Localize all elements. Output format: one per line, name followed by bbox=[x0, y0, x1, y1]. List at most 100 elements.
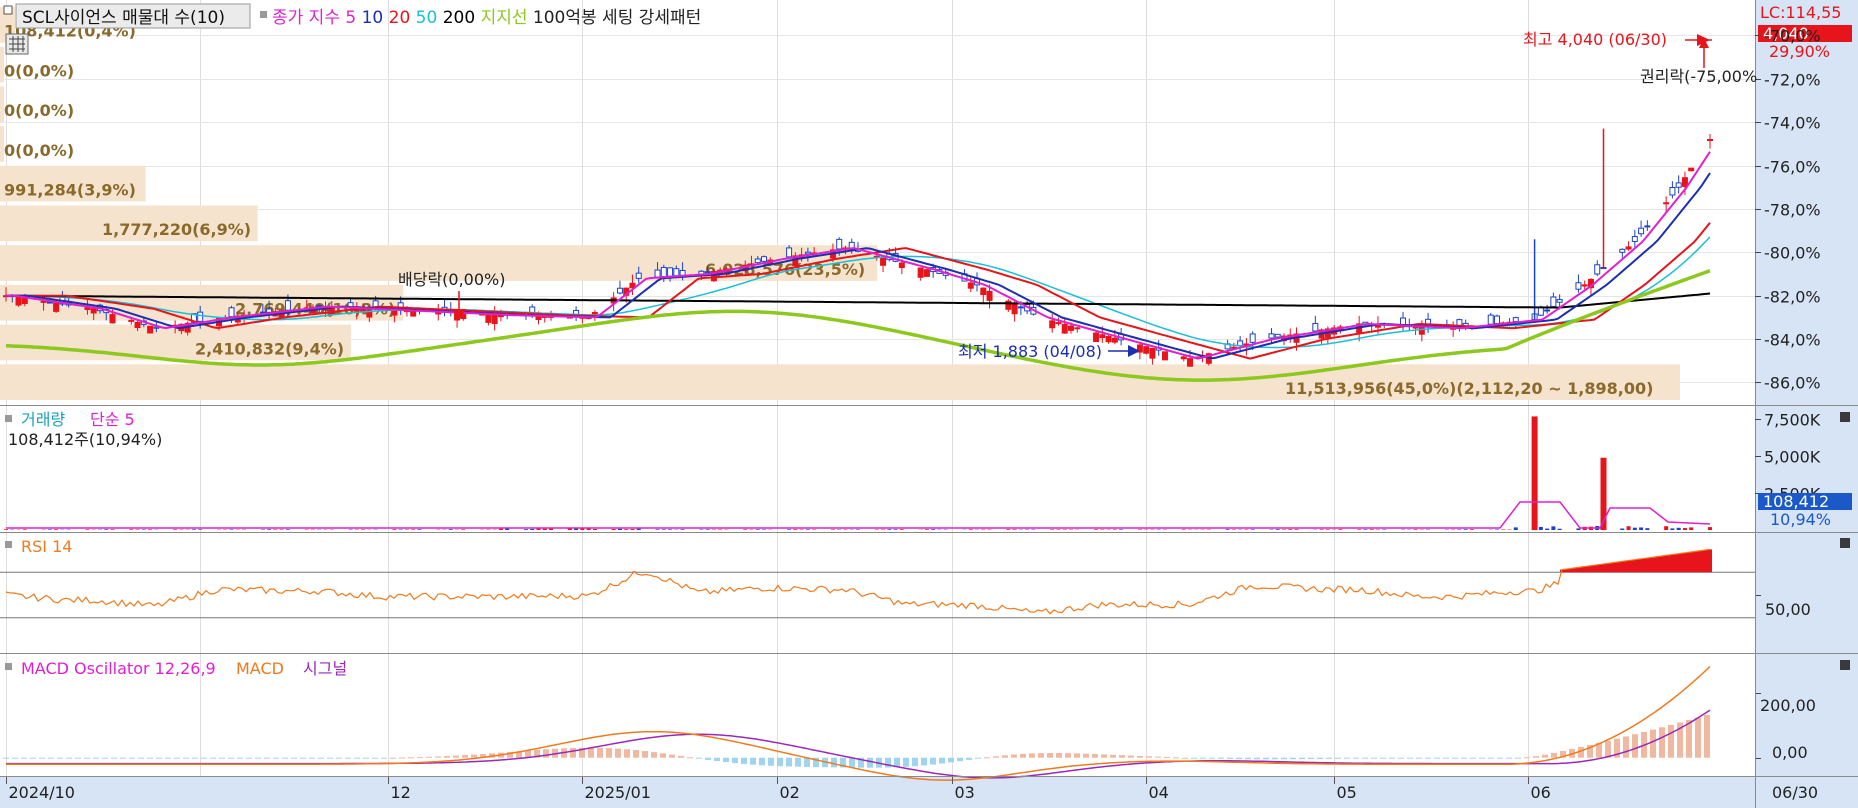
candle bbox=[917, 267, 924, 278]
candle bbox=[1631, 236, 1638, 242]
macd-osc-bar bbox=[1470, 757, 1476, 759]
volume-value: 108,412주(10,94%) bbox=[8, 430, 162, 449]
stock-name: SCL사이언스 매물대 수(10) bbox=[22, 8, 225, 28]
volume-bar bbox=[1282, 529, 1286, 530]
volume-bar bbox=[1275, 529, 1280, 530]
macd-osc-bar bbox=[669, 754, 675, 758]
macd-osc-bar bbox=[129, 757, 135, 759]
macd-osc-bar bbox=[1128, 755, 1134, 758]
macd-osc-bar bbox=[948, 757, 954, 763]
volume-bar bbox=[1557, 528, 1562, 530]
volume-bar bbox=[523, 529, 528, 530]
macd-osc-bar bbox=[435, 756, 441, 758]
candle bbox=[898, 262, 905, 269]
close-panel-icon[interactable] bbox=[1840, 660, 1850, 670]
volume-profile-label: 2,410,832(9,4%) bbox=[195, 339, 344, 358]
macd-osc-bar bbox=[138, 757, 144, 759]
candle bbox=[1663, 202, 1670, 205]
macd-osc-bar bbox=[1236, 757, 1242, 760]
candle bbox=[266, 308, 273, 313]
candle bbox=[654, 269, 661, 278]
macd-osc-bar bbox=[1002, 755, 1008, 758]
macd-osc-bar bbox=[1650, 729, 1656, 758]
volume-bar bbox=[668, 529, 673, 530]
volume-ma-label: 단순 5 bbox=[90, 410, 135, 429]
macd-osc-bar bbox=[651, 752, 657, 758]
volume-bar bbox=[924, 529, 929, 530]
macd-osc-bar bbox=[1686, 720, 1692, 758]
candle bbox=[786, 247, 793, 258]
high-annotation: 최고 4,040 (06/30) bbox=[1523, 30, 1667, 49]
macd-osc-bar bbox=[282, 757, 288, 759]
macd-osc-bar bbox=[732, 757, 738, 764]
stock-chart[interactable]: 108,412(0,4%)0(0,0%)0(0,0%)0(0,0%)991,28… bbox=[0, 0, 1858, 808]
macd-osc-title: MACD Oscillator 12,26,9 bbox=[21, 659, 216, 678]
volume-bar bbox=[881, 529, 886, 530]
macd-osc-bar bbox=[111, 757, 117, 759]
macd-osc-bar bbox=[3, 757, 9, 759]
volume-bar bbox=[1050, 529, 1055, 530]
macd-osc-bar bbox=[147, 757, 153, 759]
volume-bar bbox=[1338, 529, 1343, 530]
macd-osc-bar bbox=[1524, 757, 1530, 759]
macd-osc-bar bbox=[570, 747, 576, 758]
volume-bar bbox=[1012, 529, 1017, 530]
panel-toggle-icon[interactable] bbox=[3, 5, 13, 15]
volume-bar bbox=[1513, 527, 1518, 530]
macd-osc-bar bbox=[1101, 754, 1107, 758]
volume-bar bbox=[624, 529, 629, 530]
macd-osc-bar bbox=[867, 757, 873, 768]
candle bbox=[491, 314, 498, 324]
candle bbox=[880, 257, 887, 266]
macd-osc-bar bbox=[345, 757, 351, 759]
macd-osc-bar bbox=[750, 757, 756, 765]
macd-osc-bar bbox=[1695, 717, 1701, 758]
macd-osc-bar bbox=[192, 757, 198, 759]
volume-marker-icon bbox=[5, 415, 12, 422]
macd-osc-bar bbox=[1218, 757, 1224, 759]
volume-bar bbox=[592, 529, 597, 530]
volume-bar bbox=[135, 529, 140, 530]
volume-bar bbox=[830, 529, 835, 530]
volume-bar bbox=[893, 529, 898, 530]
volume-tick-label: 7,500K bbox=[1764, 411, 1821, 430]
legend-item: 200 bbox=[437, 8, 475, 28]
macd-osc-bar bbox=[30, 757, 36, 759]
volume-current-pct: 10,94% bbox=[1770, 510, 1831, 529]
macd-osc-bar bbox=[381, 757, 387, 759]
chart-background bbox=[0, 0, 1858, 808]
legend-item: 지지선 bbox=[475, 8, 527, 28]
legend-item: 50 bbox=[410, 8, 437, 28]
volume-bar bbox=[1413, 529, 1418, 530]
macd-osc-bar bbox=[786, 757, 792, 767]
macd-osc-bar bbox=[1344, 757, 1350, 759]
volume-bar bbox=[762, 529, 767, 530]
price-tick-label: -72,0% bbox=[1764, 71, 1821, 90]
macd-osc-bar bbox=[201, 757, 207, 759]
macd-osc-bar bbox=[1119, 755, 1125, 758]
volume-bar bbox=[148, 529, 153, 530]
candle bbox=[1093, 332, 1100, 343]
volume-bar bbox=[1664, 526, 1669, 530]
macd-label: MACD bbox=[236, 659, 284, 678]
close-panel-icon[interactable] bbox=[1840, 412, 1850, 422]
candle bbox=[1061, 323, 1068, 334]
close-panel-icon[interactable] bbox=[1840, 538, 1850, 548]
candle bbox=[366, 308, 373, 318]
macd-osc-bar bbox=[309, 757, 315, 759]
volume-bar bbox=[498, 528, 503, 530]
candle bbox=[1111, 337, 1118, 343]
macd-osc-bar bbox=[687, 757, 693, 759]
candle bbox=[1011, 303, 1018, 315]
date-label: 05 bbox=[1337, 783, 1357, 802]
candle bbox=[1619, 248, 1626, 253]
candle bbox=[1625, 246, 1632, 250]
macd-osc-bar bbox=[1182, 757, 1188, 759]
macd-marker-icon bbox=[5, 663, 12, 670]
candle bbox=[1512, 317, 1519, 323]
volume-bar bbox=[1551, 526, 1556, 530]
macd-osc-bar bbox=[1065, 753, 1071, 758]
date-label: 2025/01 bbox=[585, 783, 651, 802]
macd-osc-bar bbox=[759, 757, 765, 766]
macd-osc-bar bbox=[246, 757, 252, 759]
